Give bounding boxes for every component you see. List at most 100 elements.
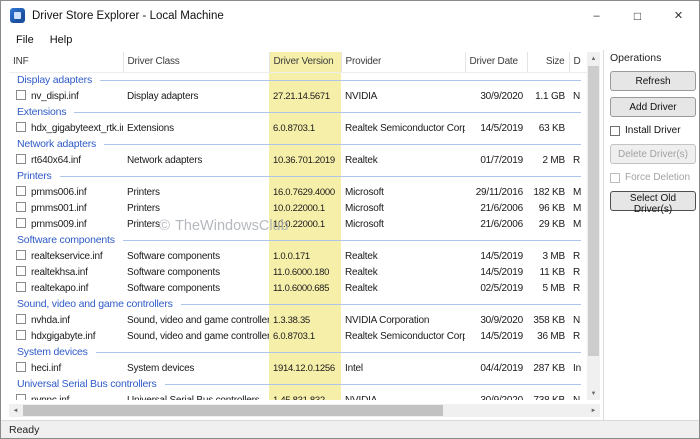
group-divider bbox=[100, 79, 581, 81]
size-cell: 287 KB bbox=[533, 362, 565, 374]
class-cell: Sound, video and game controllers bbox=[127, 330, 269, 342]
group-row: Printers bbox=[9, 168, 587, 184]
provider-cell: Realtek bbox=[345, 154, 378, 166]
inf-name: nvpnc.inf bbox=[31, 395, 69, 400]
row-checkbox[interactable] bbox=[16, 394, 26, 400]
row-checkbox[interactable] bbox=[16, 218, 26, 228]
inf-cell: nv_dispi.inf bbox=[9, 88, 123, 104]
vertical-scroll-thumb[interactable] bbox=[588, 66, 599, 356]
operations-title: Operations bbox=[610, 52, 662, 64]
driver-row[interactable]: nvpnc.inf Universal Serial Bus controller… bbox=[9, 392, 587, 400]
close-button[interactable]: ✕ bbox=[658, 1, 699, 30]
column-header-provider[interactable]: Provider bbox=[341, 52, 466, 73]
driver-row[interactable]: realtekhsa.inf Software components 11.0.60… bbox=[9, 264, 587, 280]
horizontal-scroll-thumb[interactable] bbox=[23, 405, 443, 416]
provider-cell: Realtek bbox=[345, 250, 378, 262]
content-area: INF Driver Class Driver Version Provider… bbox=[1, 50, 699, 420]
minimize-button[interactable]: – bbox=[576, 1, 617, 30]
date-cell: 21/6/2006 bbox=[480, 218, 523, 230]
provider-cell: Microsoft bbox=[345, 218, 384, 230]
group-divider bbox=[164, 383, 581, 385]
size-cell: 182 KB bbox=[533, 186, 565, 198]
row-checkbox[interactable] bbox=[16, 362, 26, 372]
scroll-left-icon[interactable]: ◄ bbox=[9, 404, 22, 417]
class-cell: Universal Serial Bus controllers bbox=[127, 394, 260, 401]
driver-row[interactable]: heci.inf System devices 1914.12.0.1256 Inte… bbox=[9, 360, 587, 376]
group-label: Network adapters bbox=[17, 138, 97, 150]
driver-row[interactable]: realtekservice.inf Software components 1.0… bbox=[9, 248, 587, 264]
horizontal-scrollbar[interactable]: ◄ ► bbox=[9, 404, 600, 417]
row-checkbox[interactable] bbox=[16, 186, 26, 196]
select-old-drivers-button[interactable]: Select Old Driver(s) bbox=[610, 191, 696, 215]
column-header-driver-class[interactable]: Driver Class bbox=[123, 52, 270, 73]
provider-cell: Realtek Semiconductor Corp. bbox=[345, 122, 465, 134]
column-header-driver-version[interactable]: Driver Version bbox=[269, 52, 342, 73]
driver-table-body: Display adapters nv_dispi.inf Display adap… bbox=[9, 72, 587, 400]
date-cell: 02/5/2019 bbox=[480, 282, 523, 294]
date-cell: 21/6/2006 bbox=[480, 202, 523, 214]
column-header-size[interactable]: Size bbox=[527, 52, 570, 73]
maximize-button[interactable]: □ bbox=[617, 1, 658, 30]
version-cell: 10.0.22000.1 bbox=[273, 218, 325, 230]
driver-row[interactable]: realtekapo.inf Software components 11.0.60… bbox=[9, 280, 587, 296]
row-checkbox[interactable] bbox=[16, 266, 26, 276]
class-cell: Network adapters bbox=[127, 154, 203, 166]
size-cell: 63 KB bbox=[538, 122, 565, 134]
inf-name: hdxgigabyte.inf bbox=[31, 331, 96, 342]
inf-cell: realtekhsa.inf bbox=[9, 264, 123, 280]
version-cell: 1.3.38.35 bbox=[273, 314, 310, 326]
scroll-up-icon[interactable]: ▲ bbox=[587, 52, 600, 65]
column-header-partial[interactable]: D bbox=[569, 52, 587, 73]
inf-cell: prnms009.inf bbox=[9, 216, 123, 232]
group-label: Extensions bbox=[17, 106, 67, 118]
date-cell: 29/11/2016 bbox=[475, 186, 524, 198]
driver-row[interactable]: prnms006.inf Printers 16.0.7629.4000 Micros… bbox=[9, 184, 587, 200]
install-driver-checkbox[interactable]: Install Driver bbox=[610, 123, 694, 138]
provider-cell: Microsoft bbox=[345, 202, 384, 214]
extra-cell: R bbox=[573, 330, 581, 342]
menu-file[interactable]: File bbox=[8, 32, 42, 48]
scroll-right-icon[interactable]: ► bbox=[587, 404, 600, 417]
driver-row[interactable]: prnms001.inf Printers 10.0.22000.1 Microsof… bbox=[9, 200, 587, 216]
group-divider bbox=[180, 303, 581, 305]
driver-row[interactable]: hdxgigabyte.inf Sound, video and game con… bbox=[9, 328, 587, 344]
row-checkbox[interactable] bbox=[16, 282, 26, 292]
driver-row[interactable]: rt640x64.inf Network adapters 10.36.701.20… bbox=[9, 152, 587, 168]
row-checkbox[interactable] bbox=[16, 314, 26, 324]
version-cell: 10.0.22000.1 bbox=[273, 202, 325, 214]
group-label: Software components bbox=[17, 234, 115, 246]
driver-row[interactable]: nvhda.inf Sound, video and game controlle… bbox=[9, 312, 587, 328]
row-checkbox[interactable] bbox=[16, 202, 26, 212]
version-cell: 10.36.701.2019 bbox=[273, 154, 335, 166]
size-cell: 1.1 GB bbox=[535, 90, 565, 102]
scroll-down-icon[interactable]: ▼ bbox=[587, 387, 600, 400]
provider-cell: NVIDIA bbox=[345, 394, 378, 401]
class-cell: Software components bbox=[127, 250, 220, 262]
group-label: Sound, video and game controllers bbox=[17, 298, 173, 310]
group-row: Software components bbox=[9, 232, 587, 248]
vertical-scrollbar[interactable]: ▲ ▼ bbox=[587, 52, 600, 400]
column-header-driver-date[interactable]: Driver Date bbox=[465, 52, 528, 73]
provider-cell: NVIDIA Corporation bbox=[345, 314, 430, 326]
extra-cell: R bbox=[573, 266, 581, 278]
group-label: System devices bbox=[17, 346, 88, 358]
inf-cell: realtekapo.inf bbox=[9, 280, 123, 296]
row-checkbox[interactable] bbox=[16, 90, 26, 100]
driver-row[interactable]: hdx_gigabyteext_rtk.inf Extensions 6.0.870… bbox=[9, 120, 587, 136]
refresh-button[interactable]: Refresh bbox=[610, 71, 696, 91]
class-cell: Printers bbox=[127, 186, 160, 198]
row-checkbox[interactable] bbox=[16, 330, 26, 340]
row-checkbox[interactable] bbox=[16, 250, 26, 260]
column-header-inf[interactable]: INF bbox=[9, 52, 124, 73]
version-cell: 16.0.7629.4000 bbox=[273, 186, 335, 198]
class-cell: Software components bbox=[127, 282, 220, 294]
driver-row[interactable]: prnms009.inf Printers 10.0.22000.1 Microsof… bbox=[9, 216, 587, 232]
inf-name: nvhda.inf bbox=[31, 315, 70, 326]
row-checkbox[interactable] bbox=[16, 154, 26, 164]
group-row: Extensions bbox=[9, 104, 587, 120]
menu-help[interactable]: Help bbox=[42, 32, 81, 48]
add-driver-button[interactable]: Add Driver bbox=[610, 97, 696, 117]
group-divider bbox=[59, 175, 581, 177]
row-checkbox[interactable] bbox=[16, 122, 26, 132]
driver-row[interactable]: nv_dispi.inf Display adapters 27.21.14.567… bbox=[9, 88, 587, 104]
